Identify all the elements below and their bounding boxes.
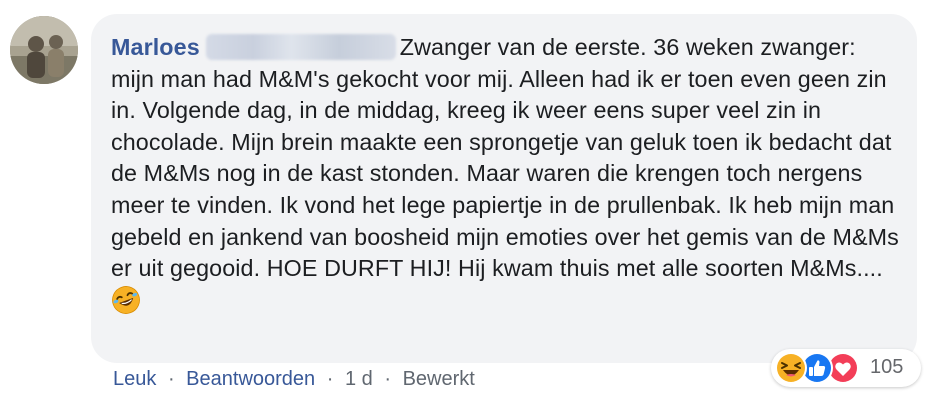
avatar[interactable] bbox=[10, 16, 78, 84]
reaction-count: 105 bbox=[870, 356, 904, 378]
haha-reaction-icon bbox=[775, 352, 807, 384]
timestamp-link[interactable]: 1 d bbox=[345, 368, 373, 390]
separator-dot: · bbox=[167, 368, 175, 390]
comment-body: Marloes Zwanger van de eerste. 36 weken z… bbox=[111, 32, 901, 317]
like-link[interactable]: Leuk bbox=[113, 368, 156, 390]
comment-author-name[interactable]: Marloes bbox=[111, 34, 200, 60]
reactions-summary[interactable]: 105 bbox=[771, 349, 921, 387]
reply-link[interactable]: Beantwoorden bbox=[186, 368, 315, 390]
rolling-on-floor-laughing-icon bbox=[112, 285, 140, 314]
comment-text: Zwanger van de eerste. 36 weken zwanger:… bbox=[111, 34, 899, 282]
redacted-surname bbox=[205, 34, 396, 60]
separator-dot: · bbox=[384, 368, 391, 390]
edited-label[interactable]: Bewerkt bbox=[403, 368, 475, 390]
comment-actions: Leuk · Beantwoorden · 1 d · Bewerkt bbox=[113, 368, 475, 391]
comment-bubble: Marloes Zwanger van de eerste. 36 weken z… bbox=[91, 14, 917, 363]
separator-dot: · bbox=[326, 368, 334, 390]
